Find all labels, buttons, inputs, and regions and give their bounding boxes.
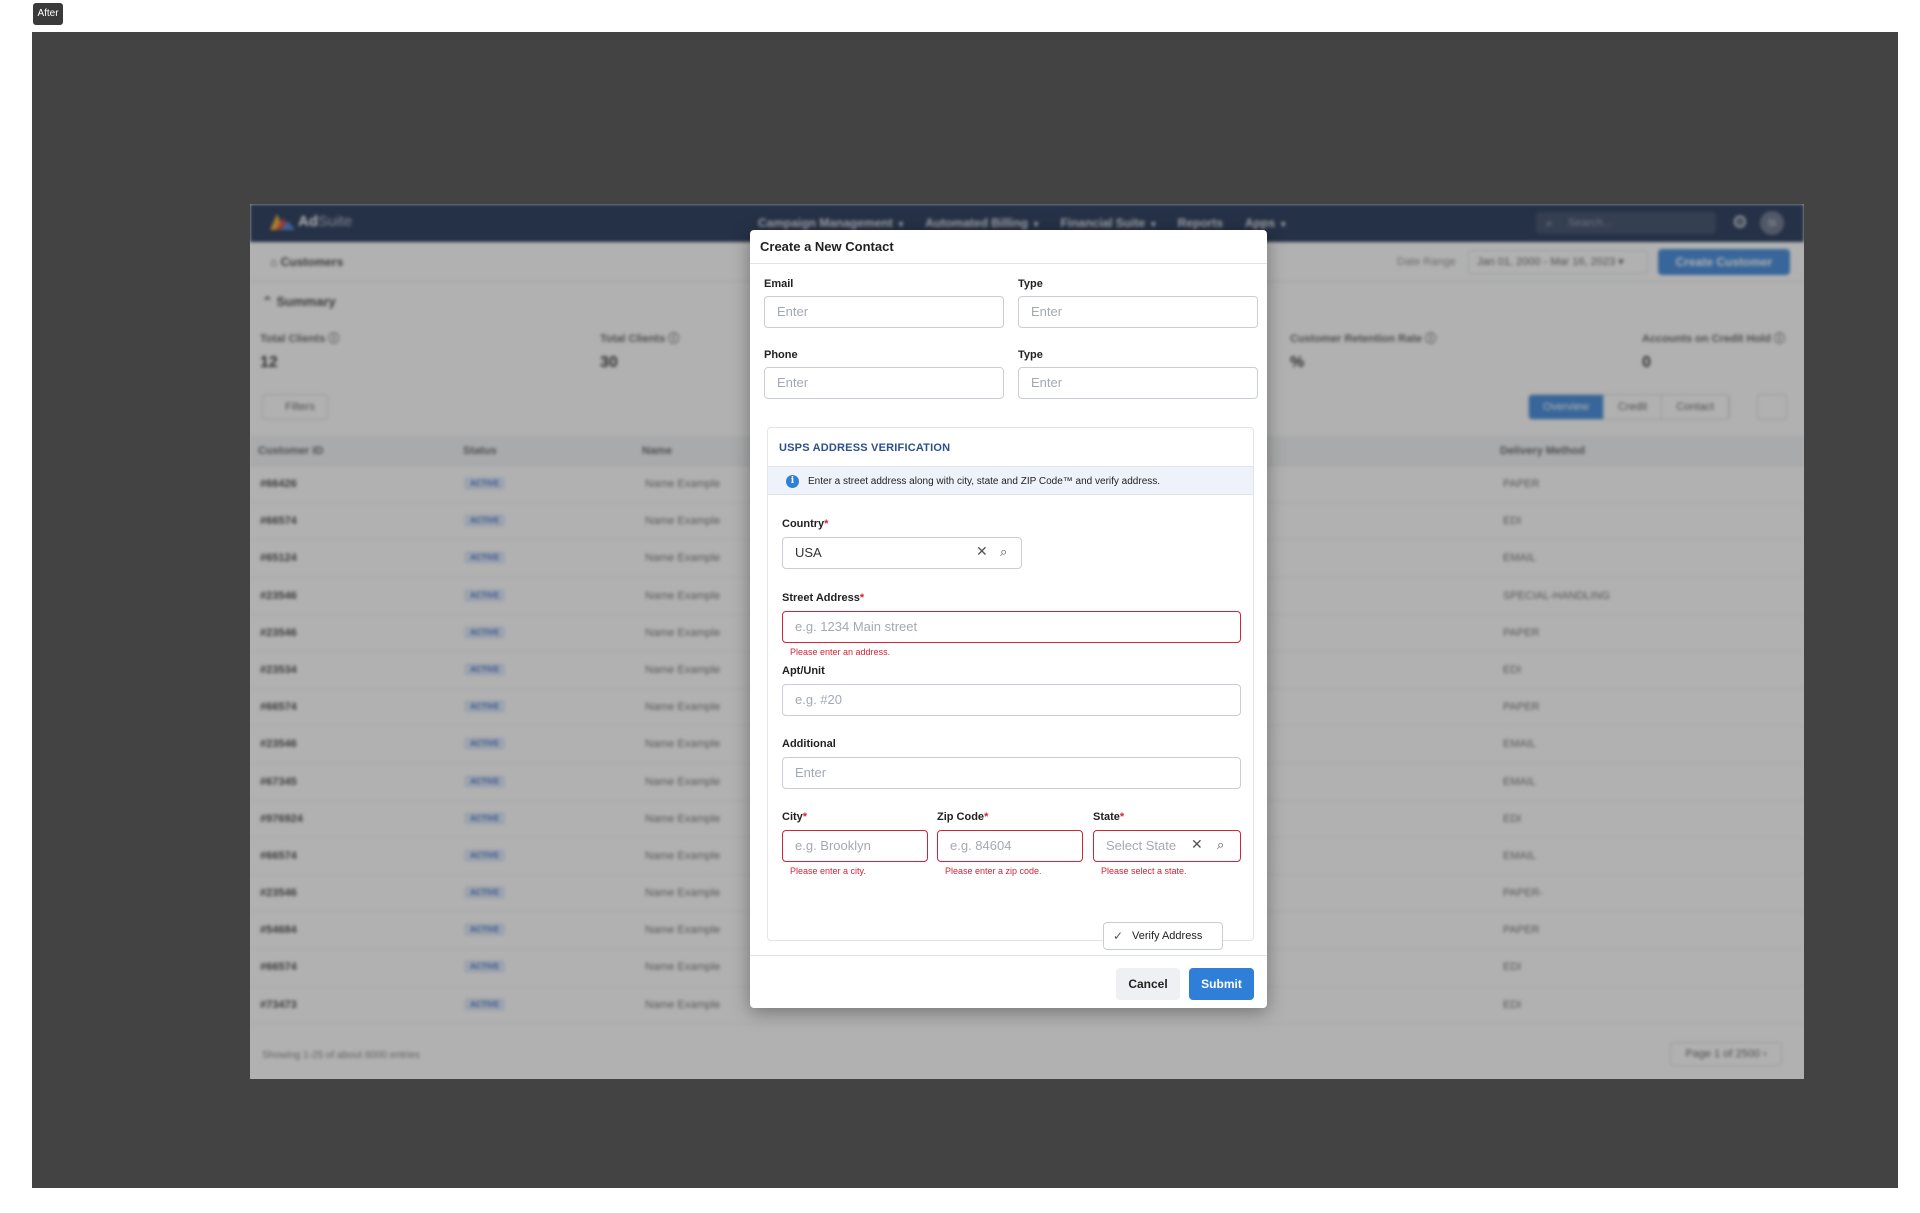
modal-title: Create a New Contact <box>760 239 894 254</box>
submit-button[interactable]: Submit <box>1189 968 1254 1000</box>
create-contact-modal: Create a New Contact Email Enter Type En… <box>750 230 1267 1008</box>
verify-badge-icon: ✓ <box>1113 929 1124 943</box>
state-error: Please select a state. <box>1101 866 1187 876</box>
zip-code-label: Zip Code* <box>937 811 989 823</box>
usps-title: USPS ADDRESS VERIFICATION <box>779 442 951 454</box>
email-type-label: Type <box>1018 278 1043 290</box>
search-icon[interactable]: ⌕ <box>1000 544 1007 560</box>
phone-field[interactable]: Enter <box>764 367 1004 399</box>
city-error: Please enter a city. <box>790 866 866 876</box>
state-label: State* <box>1093 811 1125 823</box>
street-address-error: Please enter an address. <box>790 647 891 657</box>
phone-type-label: Type <box>1018 349 1043 361</box>
street-address-field[interactable]: e.g. 1234 Main street <box>782 611 1241 643</box>
city-label: City* <box>782 811 808 823</box>
additional-field[interactable]: Enter <box>782 757 1241 789</box>
usps-info-text: Enter a street address along with city, … <box>808 476 1161 487</box>
divider <box>750 955 1267 956</box>
apt-unit-label: Apt/Unit <box>782 665 825 677</box>
country-label: Country* <box>782 518 829 530</box>
cancel-button[interactable]: Cancel <box>1116 968 1180 1000</box>
clear-icon[interactable]: ✕ <box>1191 836 1203 853</box>
info-icon: i <box>786 475 799 488</box>
additional-label: Additional <box>782 738 836 750</box>
divider <box>750 263 1267 264</box>
email-field[interactable]: Enter <box>764 296 1004 328</box>
clear-icon[interactable]: ✕ <box>976 543 988 560</box>
email-type-field[interactable]: Enter <box>1018 296 1258 328</box>
usps-info-banner: i Enter a street address along with city… <box>768 466 1253 495</box>
phone-label: Phone <box>764 349 798 361</box>
city-field[interactable]: e.g. Brooklyn <box>782 830 928 862</box>
email-label: Email <box>764 278 794 290</box>
verify-address-button[interactable]: ✓ Verify Address <box>1103 922 1223 950</box>
phone-type-field[interactable]: Enter <box>1018 367 1258 399</box>
apt-unit-field[interactable]: e.g. #20 <box>782 684 1241 716</box>
zip-code-field[interactable]: e.g. 84604 <box>937 830 1083 862</box>
street-address-label: Street Address* <box>782 592 865 604</box>
after-tag: After <box>33 3 63 25</box>
search-icon[interactable]: ⌕ <box>1217 837 1224 853</box>
zip-code-error: Please enter a zip code. <box>945 866 1042 876</box>
